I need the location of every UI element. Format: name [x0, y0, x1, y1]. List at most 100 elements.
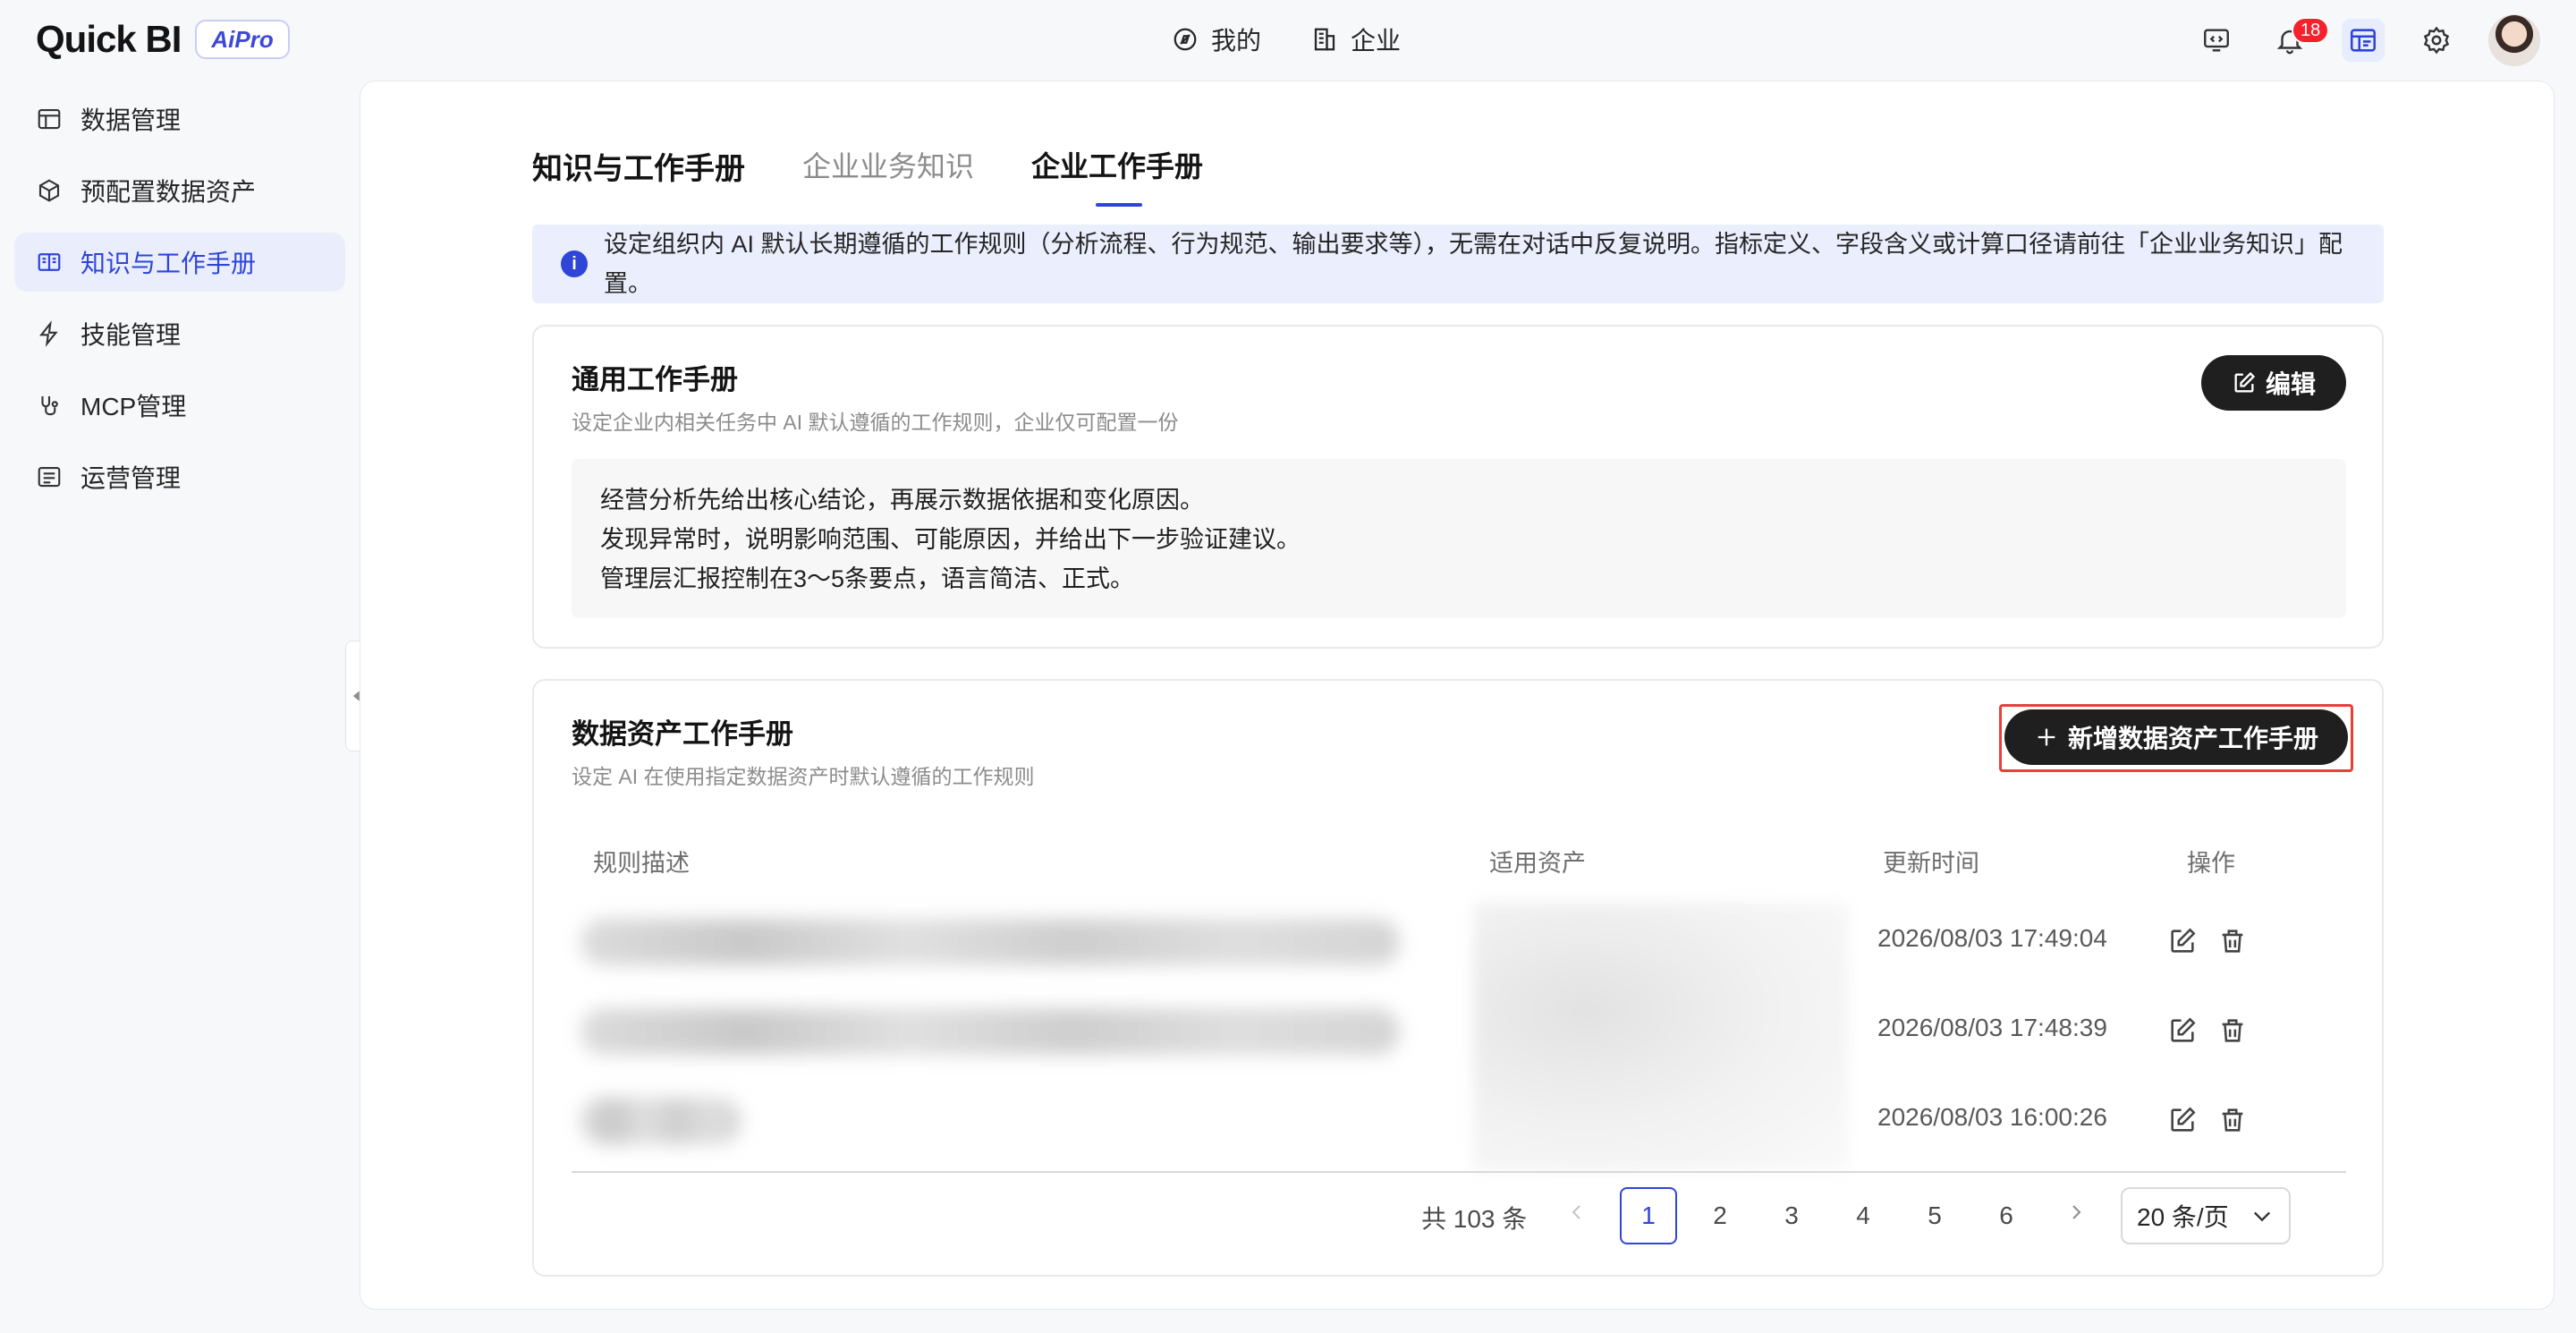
tab-business-knowledge[interactable]: 企业业务知识: [802, 144, 974, 207]
edit-icon: [2234, 371, 2256, 393]
plus-icon: [2038, 728, 2055, 746]
info-icon: i: [561, 250, 588, 277]
notification-badge: 18: [2292, 17, 2330, 44]
asset-handbook-title: 数据资产工作手册: [572, 718, 793, 750]
add-asset-handbook-button[interactable]: 新增数据资产工作手册: [2004, 709, 2348, 765]
table-divider: [572, 1171, 2346, 1173]
user-avatar[interactable]: [2488, 14, 2540, 66]
page-button[interactable]: 2: [1691, 1187, 1749, 1244]
row-edit-button[interactable]: [2167, 1015, 2198, 1046]
pagination: 共 103 条 1 2 3 4 5 6 20 条/页: [534, 1187, 2382, 1246]
chevron-left-icon: [1572, 1205, 1580, 1219]
blurred-rule-desc: [580, 1098, 741, 1144]
top-nav-mine[interactable]: 我的: [1172, 20, 1261, 59]
table-row: 2026/08/03 17:48:39: [572, 989, 2346, 1078]
tab-bar: 知识与工作手册 企业业务知识 企业工作手册: [532, 144, 1203, 207]
sidebar-item-knowledge-handbook[interactable]: 知识与工作手册: [14, 233, 345, 292]
row-edit-button[interactable]: [2167, 1105, 2198, 1135]
chevron-down-icon: [2254, 1211, 2270, 1222]
sidebar-item-label: 知识与工作手册: [80, 250, 257, 277]
column-header-updated: 更新时间: [1883, 850, 1979, 877]
prev-page-button[interactable]: [1566, 1201, 1593, 1228]
page-size-select[interactable]: 20 条/页: [2121, 1187, 2291, 1244]
sidebar-item-mcp-management[interactable]: MCP管理: [14, 376, 345, 435]
compass-icon: [1174, 28, 1197, 51]
main-panel: 知识与工作手册 企业业务知识 企业工作手册 i 设定组织内 AI 默认长期遵循的…: [360, 81, 2555, 1310]
sidebar: 数据管理 预配置数据资产 知识与工作手册 技能管理 MCP管理 运营管理: [14, 89, 345, 519]
rule-line: 经营分析先给出核心结论，再展示数据依据和变化原因。: [600, 487, 1204, 514]
trash-icon: [2222, 1108, 2243, 1132]
plug-icon: [41, 396, 58, 416]
updated-time: 2026/08/03 17:49:04: [1877, 924, 2107, 952]
edit-icon: [2171, 1107, 2196, 1132]
sidebar-item-data-management[interactable]: 数据管理: [14, 89, 345, 149]
sidebar-item-label: 预配置数据资产: [80, 178, 257, 206]
trash-icon: [2222, 1019, 2243, 1042]
blurred-rule-desc: [580, 919, 1400, 965]
code-monitor-icon: [2204, 29, 2229, 52]
asset-handbook-desc: 设定 AI 在使用指定数据资产时默认遵循的工作规则: [572, 765, 1035, 788]
tab-enterprise-handbook[interactable]: 企业工作手册: [1031, 144, 1203, 207]
column-header-actions: 操作: [2187, 850, 2235, 877]
column-header-asset: 适用资产: [1489, 850, 1586, 877]
sidebar-item-label: 技能管理: [80, 321, 182, 349]
row-delete-button[interactable]: [2217, 1015, 2248, 1046]
logo-badge: AiPro: [195, 20, 290, 59]
gear-icon: [2423, 26, 2450, 55]
lightning-icon: [39, 320, 58, 347]
page-size-value: 20 条/页: [2137, 1203, 2229, 1231]
next-page-button[interactable]: [2065, 1201, 2092, 1228]
dashboard-button[interactable]: [2342, 19, 2385, 62]
dashboard-icon: [2350, 29, 2377, 52]
top-right-icons: 18: [2195, 14, 2540, 66]
info-banner-text: 设定组织内 AI 默认长期遵循的工作规则（分析流程、行为规范、输出要求等），无需…: [604, 231, 2343, 297]
updated-time: 2026/08/03 17:48:39: [1877, 1014, 2107, 1041]
rule-line: 发现异常时，说明影响范围、可能原因，并给出下一步验证建议。: [600, 526, 1301, 553]
updated-time: 2026/08/03 16:00:26: [1877, 1103, 2107, 1131]
pagination-total: 共 103 条: [1421, 1205, 1528, 1233]
sidebar-item-skill-management[interactable]: 技能管理: [14, 304, 345, 363]
top-nav-enterprise-label: 企业: [1351, 27, 1402, 55]
book-icon: [38, 253, 61, 271]
general-rules-box: 经营分析先给出核心结论，再展示数据依据和变化原因。 发现异常时，说明影响范围、可…: [572, 459, 2346, 618]
page-button[interactable]: 6: [1978, 1187, 2035, 1244]
edit-button[interactable]: 编辑: [2201, 355, 2346, 411]
trash-icon: [2222, 930, 2243, 953]
page-button[interactable]: 3: [1763, 1187, 1820, 1244]
blurred-rule-desc: [580, 1008, 1400, 1055]
row-delete-button[interactable]: [2217, 926, 2248, 956]
page-button[interactable]: 1: [1620, 1187, 1677, 1244]
column-header-desc: 规则描述: [593, 850, 690, 877]
general-handbook-card: 通用工作手册 设定企业内相关任务中 AI 默认遵循的工作规则，企业仅可配置一份 …: [532, 325, 2384, 649]
cube-icon: [38, 179, 60, 202]
code-monitor-button[interactable]: [2195, 19, 2238, 62]
notification-button[interactable]: 18: [2268, 17, 2330, 62]
sidebar-item-label: 运营管理: [80, 464, 182, 492]
page-title: 知识与工作手册: [532, 152, 745, 186]
logo[interactable]: Quick BI AiPro: [36, 18, 290, 61]
edit-icon: [2171, 928, 2196, 953]
rule-line: 管理层汇报控制在3～5条要点，语言简洁、正式。: [600, 565, 1135, 592]
top-nav-mine-label: 我的: [1211, 27, 1262, 55]
edit-icon: [2171, 1017, 2196, 1042]
chevron-right-icon: [2072, 1205, 2081, 1219]
top-nav-enterprise[interactable]: 企业: [1311, 20, 1401, 59]
info-banner: i 设定组织内 AI 默认长期遵循的工作规则（分析流程、行为规范、输出要求等），…: [532, 225, 2384, 303]
database-table-icon: [38, 108, 61, 130]
general-handbook-desc: 设定企业内相关任务中 AI 默认遵循的工作规则，企业仅可配置一份: [572, 411, 1179, 434]
building-icon: [1314, 28, 1335, 51]
general-handbook-title: 通用工作手册: [572, 364, 738, 395]
sidebar-item-operations[interactable]: 运营管理: [14, 447, 345, 506]
sidebar-item-preconfigured-assets[interactable]: 预配置数据资产: [14, 161, 345, 220]
settings-button[interactable]: [2415, 19, 2458, 62]
top-nav: 我的 企业: [1172, 20, 1401, 59]
row-delete-button[interactable]: [2217, 1105, 2248, 1135]
edit-button-label: 编辑: [2265, 370, 2316, 398]
page-button[interactable]: 5: [1906, 1187, 1963, 1244]
logo-text: Quick BI: [36, 18, 182, 60]
sidebar-item-label: 数据管理: [80, 106, 182, 134]
page-button[interactable]: 4: [1835, 1187, 1892, 1244]
table-row: 2026/08/03 16:00:26: [572, 1078, 2346, 1167]
row-edit-button[interactable]: [2167, 926, 2198, 956]
list-icon: [38, 466, 61, 488]
